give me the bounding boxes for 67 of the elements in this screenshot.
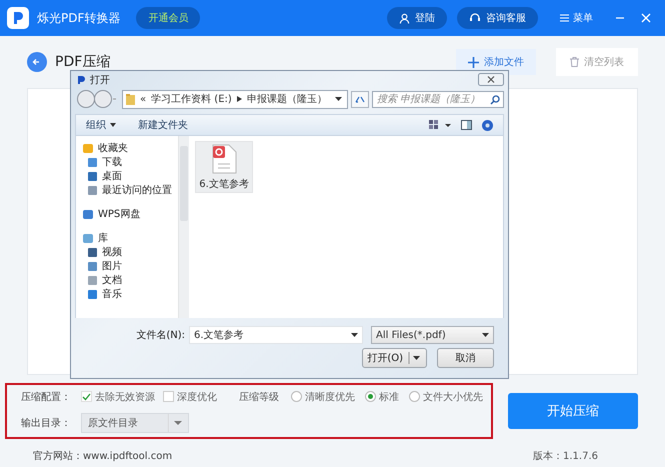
radio-button[interactable]	[365, 391, 376, 402]
view-options-icon[interactable]	[429, 120, 451, 130]
nav-item[interactable]: 桌面	[82, 169, 178, 183]
compress-level-label: 压缩等级	[239, 390, 279, 404]
open-button[interactable]: 打开(O)	[362, 348, 427, 368]
refresh-icon[interactable]	[351, 90, 369, 108]
menu-button[interactable]: 菜单	[554, 10, 599, 26]
nav-item[interactable]: 音乐	[82, 287, 178, 301]
close-icon[interactable]	[478, 73, 504, 86]
caret-icon	[335, 97, 342, 101]
checkbox-label: 深度优化	[177, 390, 217, 404]
nav-item[interactable]: 最近访问的位置	[82, 183, 178, 197]
cancel-button[interactable]: 取消	[437, 348, 494, 368]
folder-icon	[126, 94, 135, 104]
caret-icon	[482, 333, 489, 337]
checkbox[interactable]	[163, 391, 174, 402]
output-dir-label: 输出目录：	[21, 416, 72, 430]
file-type-dropdown[interactable]: All Files(*.pdf)	[371, 326, 494, 344]
radio-label: 清晰度优先	[305, 390, 355, 404]
nav-item[interactable]: WPS网盘	[82, 207, 178, 221]
caret-icon	[110, 123, 116, 127]
output-dir-dropdown[interactable]: 原文件目录	[81, 412, 189, 432]
dialog-title: 打开	[90, 74, 110, 86]
app-logo-icon	[7, 7, 29, 29]
filename-label: 文件名(N):	[136, 328, 185, 342]
scrollbar[interactable]	[178, 136, 189, 318]
version-text: 版本：1.1.7.6	[533, 450, 598, 463]
nav-item[interactable]: 文档	[82, 273, 178, 287]
app-name: 烁光PDF转换器	[37, 10, 120, 26]
radio-button[interactable]	[291, 391, 302, 402]
new-folder-button[interactable]: 新建文件夹	[138, 118, 188, 132]
plus-icon	[468, 56, 479, 68]
vip-button[interactable]: 开通会员	[136, 7, 200, 29]
trash-icon	[570, 57, 579, 67]
menu-icon	[560, 14, 569, 22]
back-forward-icon[interactable]	[77, 90, 119, 108]
file-item[interactable]: 6.文笔参考	[195, 141, 253, 193]
back-icon[interactable]	[27, 52, 47, 72]
checkbox-label: 去除无效资源	[95, 390, 155, 404]
caret-icon	[408, 352, 422, 364]
address-bar[interactable]: « 学习工作资料 (E:) 申报课题（隆玉）	[122, 90, 348, 108]
nav-item[interactable]: 下载	[82, 155, 178, 169]
filename-field[interactable]: 6.文笔参考	[189, 326, 363, 344]
nav-item[interactable]: 图片	[82, 259, 178, 273]
support-button[interactable]: 咨询客服	[457, 7, 538, 29]
radio-button[interactable]	[409, 391, 420, 402]
chevron-icon	[236, 96, 242, 102]
radio-label: 标准	[379, 390, 399, 404]
website-text: 官方网站：www.ipdftool.com	[33, 450, 172, 463]
search-icon[interactable]	[490, 94, 500, 104]
login-button[interactable]: 登陆	[387, 7, 447, 29]
page-title: PDF压缩	[55, 53, 110, 71]
caret-icon	[351, 333, 358, 337]
nav-item[interactable]: 库	[82, 231, 178, 245]
organize-button[interactable]: 组织	[86, 118, 116, 132]
preview-pane-icon[interactable]	[461, 120, 472, 130]
search-field[interactable]: 搜索 申报课题（隆玉）	[372, 90, 504, 108]
headset-icon	[469, 12, 481, 24]
pdf-file-icon	[211, 144, 237, 174]
radio-label: 文件大小优先	[423, 390, 483, 404]
nav-item[interactable]: 收藏夹	[82, 141, 178, 155]
checkbox[interactable]	[81, 391, 92, 402]
dialog-app-icon	[78, 76, 85, 84]
user-icon	[399, 12, 410, 24]
nav-item[interactable]: 视频	[82, 245, 178, 259]
start-compress-button[interactable]: 开始压缩	[508, 393, 638, 429]
compress-config-label: 压缩配置：	[21, 390, 72, 404]
